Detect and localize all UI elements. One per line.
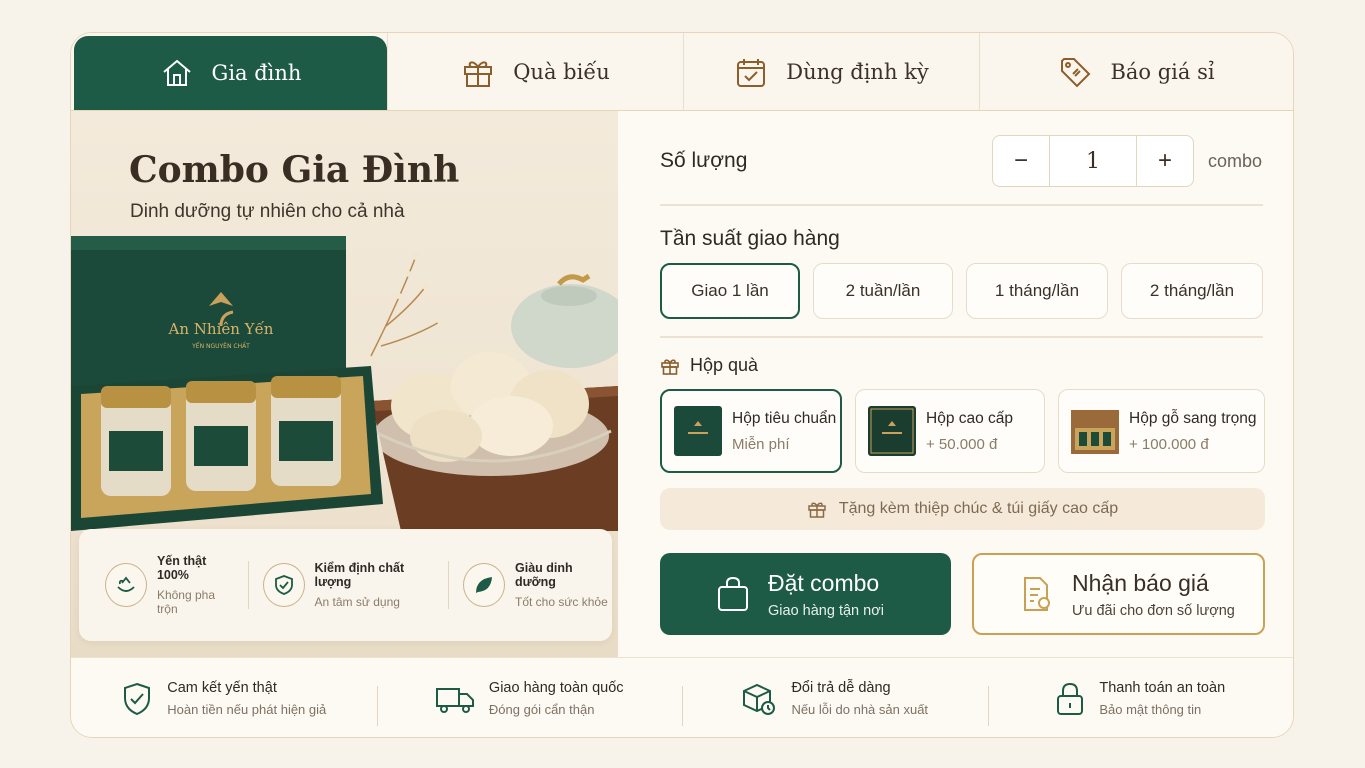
hero-subtitle: Dinh dưỡng tự nhiên cho cả nhà — [130, 201, 405, 222]
quantity-value[interactable]: 1 — [1049, 136, 1137, 186]
trust-item: Thanh toán an toàn Bảo mật thông tin — [987, 680, 1294, 726]
home-icon — [162, 59, 191, 86]
quote-subtitle: Ưu đãi cho đơn số lượng — [1072, 602, 1235, 619]
divider — [660, 204, 1263, 206]
feature-desc: Tốt cho sức khỏe — [515, 595, 608, 609]
trust-desc: Hoàn tiền nếu phát hiện giả — [167, 702, 327, 717]
gift-box-name: Hộp gỗ sang trọng — [1129, 409, 1257, 427]
feature-title: Kiểm định chất lượng — [314, 561, 405, 589]
gift-box-name: Hộp tiêu chuẩn — [732, 409, 837, 427]
frequency-option-2-months[interactable]: 2 tháng/lần — [1121, 263, 1263, 319]
box-return-icon — [743, 683, 776, 715]
quote-document-icon — [1024, 577, 1050, 611]
trust-desc: Nếu lỗi do nhà sản xuất — [791, 702, 929, 717]
feature-desc: Không pha trộn — [156, 588, 215, 616]
quote-title: Nhận báo giá — [1072, 569, 1209, 596]
price-tag-icon — [1061, 57, 1091, 87]
box-brand: An Nhiên Yến — [168, 320, 274, 338]
trust-desc: Đóng gói cẩn thận — [488, 702, 595, 717]
gift-icon — [808, 502, 826, 518]
gift-box-standard[interactable]: Hộp tiêu chuẩn Miễn phí — [660, 389, 842, 473]
calendar-icon — [737, 58, 766, 87]
tab-label: Dùng định kỳ — [786, 59, 929, 84]
standard-box-image — [674, 406, 722, 456]
get-quote-button[interactable]: Nhận báo giá Ưu đãi cho đơn số lượng — [972, 553, 1265, 635]
combo-card: Gia đình Quà biếu Dùng định kỳ Báo giá s… — [70, 32, 1294, 738]
premium-box-image — [868, 406, 916, 456]
order-subtitle: Giao hàng tận nơi — [768, 602, 884, 619]
tab-bao-gia-si[interactable]: Báo giá sỉ — [979, 33, 1293, 110]
tab-label: Báo giá sỉ — [1110, 59, 1215, 84]
shield-check-icon — [262, 563, 305, 607]
tab-dung-dinh-ky[interactable]: Dùng định kỳ — [683, 33, 979, 110]
trust-bar: Cam kết yến thật Hoàn tiền nếu phát hiện… — [71, 657, 1294, 737]
box-brand-sub: YẾN NGUYÊN CHẤT — [191, 342, 250, 350]
quantity-label: Số lượng — [660, 149, 748, 172]
increment-button[interactable]: + — [1137, 136, 1193, 186]
tab-bar: Gia đình Quà biếu Dùng định kỳ Báo giá s… — [71, 33, 1293, 121]
truck-icon — [435, 687, 474, 713]
trust-title: Thanh toán an toàn — [1099, 680, 1226, 696]
feature-item: Giàu dinh dưỡng Tốt cho sức khỏe — [448, 561, 612, 609]
frequency-option-once[interactable]: Giao 1 lần — [660, 263, 800, 319]
gift-icon — [661, 358, 679, 375]
shopping-bag-icon — [718, 576, 748, 611]
feature-desc: An tâm sử dụng — [314, 595, 400, 609]
quantity-stepper: − 1 + — [992, 135, 1194, 187]
gift-box-price: + 50.000 đ — [926, 435, 998, 453]
trust-item: Giao hàng toàn quốc Đóng gói cẩn thận — [376, 680, 683, 726]
tab-label: Quà biếu — [513, 59, 610, 84]
feature-item: Kiểm định chất lượng An tâm sử dụng — [247, 561, 439, 609]
hero-panel: Combo Gia Đình Dinh dưỡng tự nhiên cho c… — [71, 111, 618, 657]
lock-icon — [1057, 682, 1084, 715]
order-title: Đặt combo — [768, 569, 880, 596]
frequency-option-2-weeks[interactable]: 2 tuần/lần — [813, 263, 953, 319]
gift-box-label: Hộp quà — [660, 355, 758, 376]
hero-title: Combo Gia Đình — [129, 149, 460, 191]
product-image: An Nhiên Yến YẾN NGUYÊN CHẤT — [71, 236, 618, 531]
tab-qua-bieu[interactable]: Quà biếu — [387, 33, 683, 110]
feature-title: Yến thật 100% — [156, 554, 207, 582]
order-combo-button[interactable]: Đặt combo Giao hàng tận nơi — [660, 553, 951, 635]
tab-gia-dinh[interactable]: Gia đình — [74, 36, 387, 121]
gift-box-price: + 100.000 đ — [1129, 435, 1209, 453]
wooden-box-image — [1071, 410, 1119, 454]
gift-box-premium[interactable]: Hộp cao cấp + 50.000 đ — [855, 389, 1045, 473]
quantity-unit: combo — [1208, 151, 1263, 171]
feature-item: Yến thật 100% Không pha trộn — [79, 554, 238, 616]
options-panel: Số lượng − 1 + combo Tần suất giao hàng … — [618, 111, 1293, 657]
trust-desc: Bảo mật thông tin — [1099, 702, 1202, 717]
gift-note: Tặng kèm thiệp chúc & túi giấy cao cấp — [660, 488, 1265, 530]
feature-title: Giàu dinh dưỡng — [515, 561, 573, 589]
shield-check-icon — [124, 682, 151, 715]
gift-box-wooden[interactable]: Hộp gỗ sang trọng + 100.000 đ — [1058, 389, 1265, 473]
gift-icon — [464, 60, 493, 87]
divider — [660, 336, 1263, 338]
trust-item: Cam kết yến thật Hoàn tiền nếu phát hiện… — [71, 680, 377, 717]
gift-box-price: Miễn phí — [732, 435, 790, 453]
frequency-option-1-month[interactable]: 1 tháng/lần — [966, 263, 1108, 319]
bird-nest-icon — [105, 563, 147, 607]
tab-label: Gia đình — [211, 61, 302, 85]
frequency-label: Tần suất giao hàng — [660, 227, 840, 250]
trust-title: Đổi trả dễ dàng — [791, 680, 891, 696]
leaf-icon — [463, 563, 505, 607]
gift-box-name: Hộp cao cấp — [926, 409, 1014, 427]
feature-strip: Yến thật 100% Không pha trộn Kiểm định c… — [79, 529, 612, 641]
trust-title: Giao hàng toàn quốc — [488, 680, 624, 696]
trust-item: Đổi trả dễ dàng Nếu lỗi do nhà sản xuất — [682, 680, 988, 726]
trust-title: Cam kết yến thật — [167, 680, 277, 696]
decrement-button[interactable]: − — [993, 136, 1049, 186]
